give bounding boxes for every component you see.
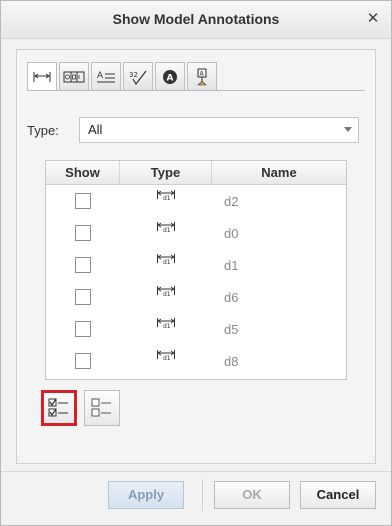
dimension-type-icon: d1 (157, 190, 175, 201)
table-header: Show Type Name (46, 161, 346, 185)
type-cell: d1 (120, 185, 212, 217)
svg-text:d1: d1 (163, 323, 171, 329)
show-cell (46, 193, 120, 209)
show-cell (46, 353, 120, 369)
type-filter-dropdown[interactable]: All (79, 117, 359, 143)
dimension-type-icon: d1 (157, 254, 175, 265)
svg-text:d1: d1 (163, 195, 171, 201)
datum-target-icon (63, 71, 85, 82)
show-cell (46, 257, 120, 273)
show-checkbox[interactable] (75, 289, 91, 305)
apply-button[interactable]: Apply (108, 481, 184, 509)
name-cell: d6 (224, 289, 239, 305)
svg-text:d1: d1 (163, 291, 171, 297)
type-cell: d1 (120, 345, 212, 377)
name-cell: d8 (224, 353, 239, 369)
tab-dimensions[interactable] (27, 62, 57, 91)
column-header-show[interactable]: Show (46, 161, 120, 184)
svg-text:d1: d1 (163, 259, 171, 265)
table-body: d1 d2 d1 d0 d1 d1 d1 d6 d1 d5 d1 d8 (46, 185, 346, 377)
show-model-annotations-dialog: Show Model Annotations ✕ A 32 A A Type: … (0, 0, 392, 526)
show-cell (46, 289, 120, 305)
select-all-icon (48, 398, 68, 417)
dimension-type-icon: d1 (157, 222, 175, 233)
type-cell: d1 (120, 217, 212, 249)
svg-text:A: A (200, 70, 205, 77)
select-all-button[interactable] (41, 390, 77, 426)
svg-text:A: A (97, 71, 104, 81)
table-row[interactable]: d1 d6 (46, 281, 346, 313)
name-cell: d0 (224, 225, 239, 241)
svg-text:d1: d1 (163, 227, 171, 233)
name-cell: d1 (224, 257, 239, 273)
tab-notes[interactable]: A (91, 62, 121, 90)
column-header-name[interactable]: Name (212, 161, 346, 184)
dimension-type-icon: d1 (157, 286, 175, 297)
dimension-type-icon: d1 (157, 350, 175, 361)
tab-divider (27, 90, 365, 91)
dialog-title: Show Model Annotations (112, 11, 280, 27)
deselect-all-icon (91, 398, 111, 417)
note-icon: A (97, 71, 115, 82)
symbol-icon: A (163, 69, 177, 84)
tab-geometric-tolerances[interactable] (59, 62, 89, 90)
type-filter-label: Type: (27, 123, 59, 138)
ok-button[interactable]: OK (214, 481, 290, 509)
svg-text:32: 32 (129, 71, 138, 79)
svg-text:d1: d1 (163, 355, 171, 361)
annotation-type-tabs: A 32 A A (27, 62, 219, 91)
table-row[interactable]: d1 d2 (46, 185, 346, 217)
type-cell: d1 (120, 249, 212, 281)
annotations-table: Show Type Name d1 d2 d1 d0 d1 d1 d1 d6 d1 d5 d1 d8 (45, 160, 347, 380)
datum-feature-icon: A (197, 68, 207, 85)
button-separator (202, 479, 203, 511)
show-checkbox[interactable] (75, 193, 91, 209)
dimension-icon (33, 72, 51, 82)
show-checkbox[interactable] (75, 321, 91, 337)
column-header-type[interactable]: Type (120, 161, 212, 184)
svg-text:A: A (167, 73, 174, 83)
close-icon[interactable]: ✕ (363, 9, 383, 29)
show-checkbox[interactable] (75, 353, 91, 369)
type-cell: d1 (120, 313, 212, 345)
show-checkbox[interactable] (75, 257, 91, 273)
deselect-all-button[interactable] (84, 390, 120, 426)
name-cell: d5 (224, 321, 239, 337)
type-cell: d1 (120, 281, 212, 313)
cancel-button[interactable]: Cancel (300, 481, 376, 509)
tab-surface-finish[interactable]: 32 (123, 62, 153, 90)
name-cell: d2 (224, 193, 239, 209)
title-bar: Show Model Annotations ✕ (1, 1, 391, 39)
table-row[interactable]: d1 d1 (46, 249, 346, 281)
table-row[interactable]: d1 d8 (46, 345, 346, 377)
chevron-down-icon (344, 127, 352, 132)
annotations-panel: A 32 A A Type: All Show Type Name d1 d2 … (16, 49, 376, 464)
type-filter-value: All (88, 122, 103, 137)
surface-finish-icon: 32 (129, 70, 147, 85)
table-row[interactable]: d1 d5 (46, 313, 346, 345)
show-checkbox[interactable] (75, 225, 91, 241)
table-row[interactable]: d1 d0 (46, 217, 346, 249)
show-cell (46, 321, 120, 337)
footer-divider (1, 471, 391, 472)
tab-symbols[interactable]: A (155, 62, 185, 90)
dimension-type-icon: d1 (157, 318, 175, 329)
tab-datum-features[interactable]: A (187, 62, 217, 90)
show-cell (46, 225, 120, 241)
